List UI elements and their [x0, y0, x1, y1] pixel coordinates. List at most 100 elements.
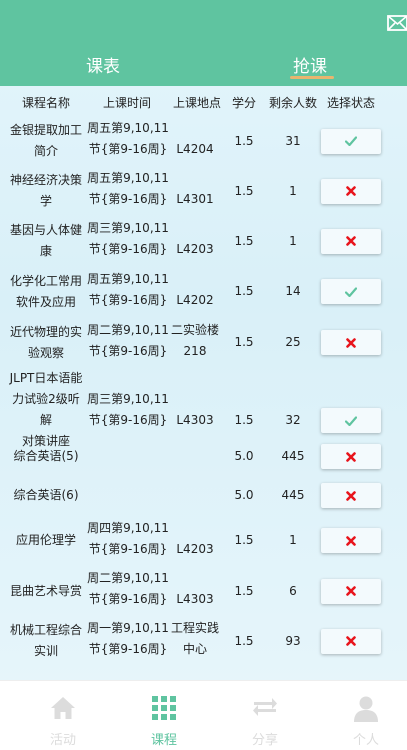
course-credit: 1.5	[234, 633, 254, 648]
select-status-button[interactable]	[321, 483, 381, 508]
person-icon	[354, 696, 378, 726]
course-credit: 1.5	[234, 233, 254, 248]
course-row: 神经经济决策学周五第9,10,11 节{第9-16周} L4301 1.5 1	[0, 166, 407, 216]
select-status-button[interactable]	[321, 578, 381, 604]
course-time-line: 周一第9,10,11	[87, 621, 169, 635]
course-name-line: 机械工程综合	[9, 623, 82, 637]
course-place-line: L4303	[176, 592, 214, 606]
course-remaining: 32	[285, 413, 301, 427]
course-list: 金银提取加工 简介 周五第9,10,11 节{第9-16周} L4204 1.5 31 神经经…	[0, 116, 407, 666]
tab-schedule[interactable]: 课表	[86, 52, 120, 77]
course-time-line: 节{第9-16周}	[88, 142, 168, 156]
course-name: 近代物理的实 验观察	[7, 322, 85, 364]
course-name-line: 金银提取加工	[9, 123, 82, 137]
course-time-line: 周三第9,10,11	[87, 392, 169, 406]
column-header-remaining: 剩余人数	[268, 96, 318, 110]
course-name: 金银提取加工 简介	[7, 120, 85, 162]
nav-item-label: 活动	[49, 733, 76, 748]
course-time-line: 周二第9,10,11	[87, 571, 169, 585]
select-status-button[interactable]	[321, 444, 381, 469]
course-place-line: L4204	[176, 142, 214, 156]
course-remaining: 6	[289, 583, 297, 598]
nav-item-grid[interactable]: 课程	[113, 681, 215, 750]
course-remaining: 1	[289, 183, 297, 198]
course-name-line: JLPT日本语能	[9, 371, 83, 385]
course-time-line: 节{第9-16周}	[88, 192, 168, 206]
course-remaining: 445	[281, 449, 305, 463]
course-place-line: 二实验楼	[170, 323, 219, 337]
course-remaining: 445	[281, 488, 305, 502]
course-name-line: 神经经济决策	[9, 173, 82, 187]
table-header: 课程名称 上课时间 上课地点 学分 剩余人数 选择状态	[0, 86, 407, 116]
course-place-line: L4301	[176, 192, 214, 206]
course-place-line: 218	[183, 344, 207, 358]
course-name-line: 综合英语(6)	[13, 488, 79, 502]
course-place: L4303	[167, 410, 223, 431]
tab-grab-course[interactable]: 抢课	[293, 52, 327, 77]
course-remaining: 31	[285, 133, 301, 148]
course-time: 周三第9,10,11 节{第9-16周}	[86, 218, 170, 260]
course-time-line: 周三第9,10,11	[87, 221, 169, 235]
course-time-line: 周四第9,10,11	[87, 521, 169, 535]
column-header-status: 选择状态	[326, 96, 376, 110]
course-name-line: 实训	[33, 644, 58, 658]
course-time: 周五第9,10,11 节{第9-16周}	[86, 269, 170, 311]
cross-icon	[346, 535, 356, 546]
course-credit: 1.5	[234, 533, 254, 547]
course-remaining: 14	[285, 284, 301, 298]
course-row: 金银提取加工 简介 周五第9,10,11 节{第9-16周} L4204 1.5 31	[0, 116, 407, 166]
course-row: 机械工程综合 实训 周一第9,10,11 节{第9-16周} 工程实践 中心 1.5 93	[0, 616, 407, 666]
nav-item-label: 个人	[352, 733, 379, 748]
cross-icon	[346, 186, 356, 196]
bottom-nav: 活动 课程 分享 个人	[0, 680, 407, 750]
course-time-line: 节{第9-16周}	[88, 293, 168, 307]
course-time-line: 周五第9,10,11	[87, 171, 169, 185]
active-tab-indicator	[290, 76, 334, 79]
course-row: 应用伦理学 周四第9,10,11 节{第9-16周} L4203 1.5 1	[0, 515, 407, 566]
select-status-button[interactable]	[321, 228, 381, 254]
select-status-button[interactable]	[321, 178, 381, 204]
select-status-button[interactable]	[321, 628, 381, 654]
course-credit: 5.0	[234, 488, 254, 502]
select-status-button[interactable]	[321, 128, 381, 154]
course-row: 昆曲艺术导赏 周二第9,10,11 节{第9-16周} L4303 1.5 6	[0, 566, 407, 616]
course-credit: 1.5	[234, 183, 254, 198]
cross-icon	[346, 451, 356, 462]
nav-item-home[interactable]: 活动	[12, 681, 114, 750]
cross-icon	[346, 490, 356, 501]
course-name-line: 软件及应用	[15, 294, 76, 309]
cross-icon	[346, 636, 356, 646]
select-status-button[interactable]	[321, 279, 381, 304]
course-time-line: 节{第9-16周}	[88, 242, 168, 256]
course-time: 周五第9,10,11 节{第9-16周}	[86, 168, 170, 210]
course-time: 周二第9,10,11 节{第9-16周}	[86, 568, 170, 610]
course-name: 基因与人体健康	[7, 220, 85, 262]
course-credit: 1.5	[234, 284, 254, 298]
course-row: 综合英语(6) 5.0 445	[0, 476, 407, 515]
check-icon	[345, 286, 357, 297]
course-credit: 5.0	[234, 449, 254, 463]
grid-icon	[152, 696, 176, 724]
nav-item-person[interactable]: 个人	[315, 681, 407, 750]
course-time: 周一第9,10,11 节{第9-16周}	[86, 618, 170, 660]
course-time-line: 节{第9-16周}	[88, 592, 168, 606]
course-place-line: 工程实践	[170, 621, 219, 635]
course-place: L4303	[167, 589, 223, 610]
course-name-line: 近代物理的实	[9, 324, 82, 339]
course-name-line: 力试验2级听解	[12, 392, 80, 427]
course-credit: 1.5	[234, 335, 254, 349]
share-icon	[252, 696, 278, 722]
course-place: 二实验楼 218	[167, 320, 223, 362]
mail-icon[interactable]	[387, 14, 407, 32]
nav-item-label: 分享	[251, 733, 278, 748]
course-credit: 1.5	[234, 413, 254, 427]
course-time-line: 节{第9-16周}	[88, 413, 168, 427]
course-place: L4202	[167, 290, 223, 311]
course-time-line: 周五第9,10,11	[87, 272, 169, 286]
select-status-button[interactable]	[321, 528, 381, 553]
select-status-button[interactable]	[321, 408, 381, 433]
course-name: 综合英语(5)	[7, 446, 85, 467]
select-status-button[interactable]	[321, 330, 381, 355]
nav-item-share[interactable]: 分享	[214, 681, 316, 750]
course-remaining: 1	[289, 233, 297, 248]
